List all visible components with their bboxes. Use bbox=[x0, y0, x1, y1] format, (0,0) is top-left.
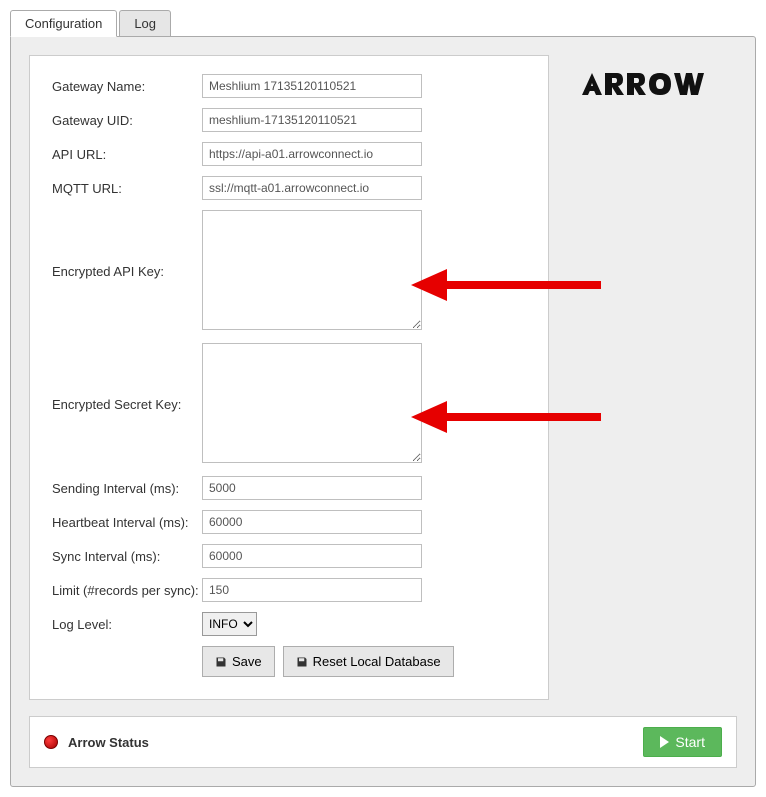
save-button[interactable]: Save bbox=[202, 646, 275, 677]
heartbeat-interval-label: Heartbeat Interval (ms): bbox=[52, 515, 202, 530]
gateway-name-label: Gateway Name: bbox=[52, 79, 202, 94]
play-icon bbox=[660, 736, 669, 748]
tab-bar: Configuration Log bbox=[10, 10, 756, 37]
config-panel: Gateway Name: Gateway UID: API URL: MQTT… bbox=[10, 36, 756, 787]
save-icon bbox=[296, 656, 308, 668]
sync-interval-input[interactable] bbox=[202, 544, 422, 568]
log-level-select[interactable]: INFO bbox=[202, 612, 257, 636]
mqtt-url-label: MQTT URL: bbox=[52, 181, 202, 196]
tab-configuration[interactable]: Configuration bbox=[10, 10, 117, 37]
status-bar: Arrow Status Start bbox=[29, 716, 737, 768]
heartbeat-interval-input[interactable] bbox=[202, 510, 422, 534]
api-url-label: API URL: bbox=[52, 147, 202, 162]
log-level-label: Log Level: bbox=[52, 617, 202, 632]
tab-log[interactable]: Log bbox=[119, 10, 171, 37]
gateway-name-input[interactable] bbox=[202, 74, 422, 98]
gateway-uid-label: Gateway UID: bbox=[52, 113, 202, 128]
sending-interval-label: Sending Interval (ms): bbox=[52, 481, 202, 496]
mqtt-url-input[interactable] bbox=[202, 176, 422, 200]
reset-db-button-label: Reset Local Database bbox=[313, 654, 441, 669]
api-url-input[interactable] bbox=[202, 142, 422, 166]
save-button-label: Save bbox=[232, 654, 262, 669]
sending-interval-input[interactable] bbox=[202, 476, 422, 500]
gateway-uid-input[interactable] bbox=[202, 108, 422, 132]
config-form: Gateway Name: Gateway UID: API URL: MQTT… bbox=[29, 55, 549, 700]
sync-interval-label: Sync Interval (ms): bbox=[52, 549, 202, 564]
status-dot-icon bbox=[44, 735, 58, 749]
encrypted-secret-key-label: Encrypted Secret Key: bbox=[52, 397, 202, 412]
encrypted-api-key-input[interactable] bbox=[202, 210, 422, 330]
encrypted-secret-key-input[interactable] bbox=[202, 343, 422, 463]
limit-label: Limit (#records per sync): bbox=[52, 583, 202, 598]
limit-input[interactable] bbox=[202, 578, 422, 602]
status-label: Arrow Status bbox=[68, 735, 149, 750]
save-icon bbox=[215, 656, 227, 668]
encrypted-api-key-label: Encrypted API Key: bbox=[52, 264, 202, 279]
start-button-label: Start bbox=[675, 734, 705, 750]
start-button[interactable]: Start bbox=[643, 727, 722, 757]
arrow-logo bbox=[579, 67, 729, 104]
reset-db-button[interactable]: Reset Local Database bbox=[283, 646, 454, 677]
